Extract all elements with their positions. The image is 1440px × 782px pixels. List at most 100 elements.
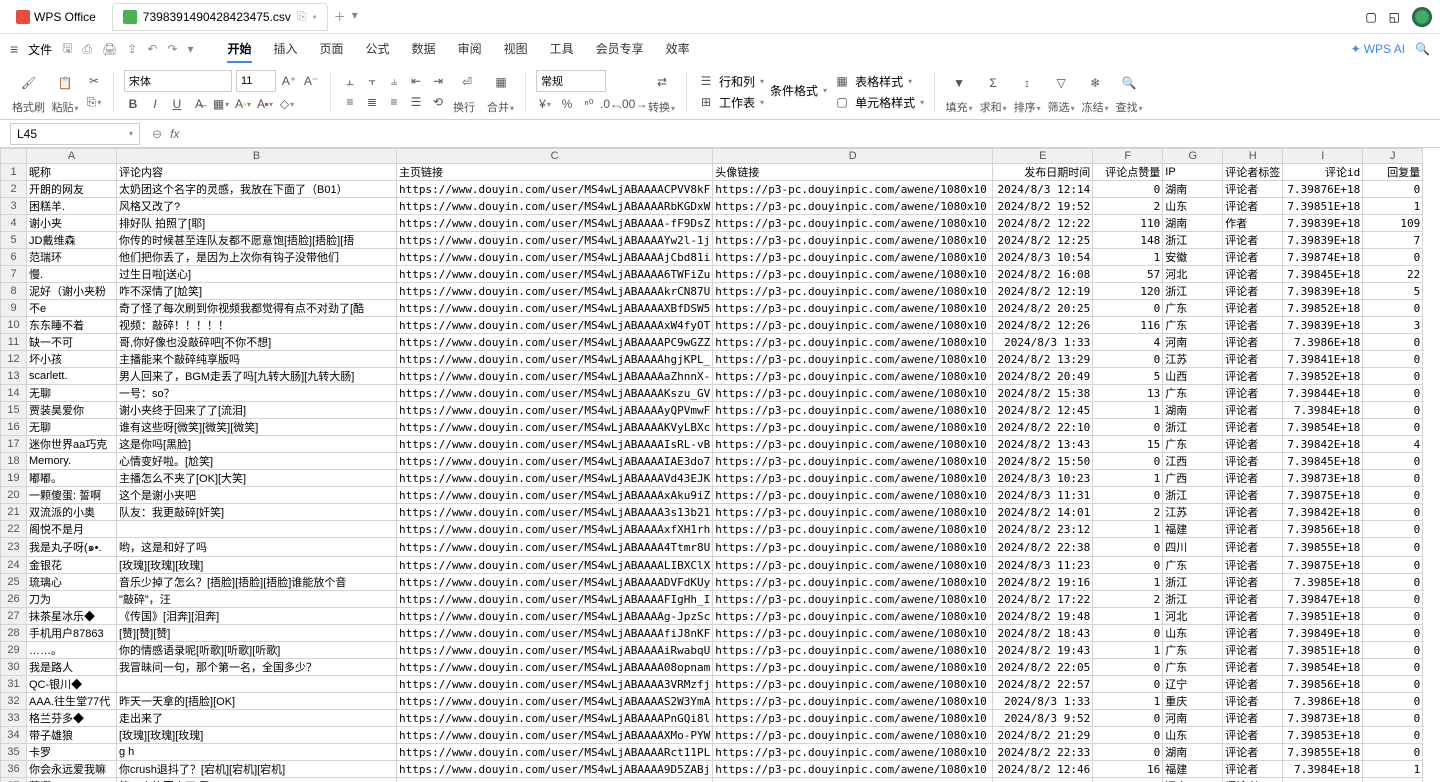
cell[interactable]: 0 [1363, 676, 1423, 693]
cell[interactable]: 浙江 [1163, 232, 1223, 249]
filter-icon[interactable]: ▽ [1047, 69, 1075, 97]
cell[interactable]: 评论者 [1223, 557, 1283, 574]
percent-icon[interactable]: % [558, 95, 576, 113]
cell[interactable]: 0 [1363, 659, 1423, 676]
border-icon[interactable]: ▦▾ [212, 95, 230, 113]
cell[interactable]: 江苏 [1163, 504, 1223, 521]
cell[interactable]: 视频：敲碎！！！！！ [117, 317, 397, 334]
paste-label[interactable]: 粘贴▾ [51, 99, 78, 115]
cell[interactable]: 0 [1093, 538, 1163, 557]
cell[interactable]: 广东 [1163, 385, 1223, 402]
cell[interactable]: 0 [1363, 727, 1423, 744]
cell[interactable]: 4 [1363, 436, 1423, 453]
row-header[interactable]: 11 [1, 334, 27, 351]
cell[interactable]: 男人回来了，BGM走丢了吗[九转大肠][九转大肠] [117, 368, 397, 385]
cell[interactable]: 7.3984E+18 [1283, 761, 1363, 778]
cell[interactable]: 0 [1093, 453, 1163, 470]
cell[interactable]: 头像链接 [713, 164, 993, 181]
cell[interactable]: 2024/8/2 22:10 [993, 419, 1093, 436]
cell[interactable]: 山东 [1163, 625, 1223, 642]
copy-icon[interactable]: ⎘▾ [85, 93, 103, 111]
cell[interactable]: https://p3-pc.douyinpic.com/awene/1080x1… [713, 487, 993, 504]
spreadsheet-table[interactable]: ABCDEFGHIJ 1昵称评论内容主页链接头像链接发布日期时间评论点赞量IP评… [0, 148, 1423, 782]
cell[interactable]: 嘟嘟。 [27, 470, 117, 487]
cell[interactable]: 2024/8/3 10:54 [993, 249, 1093, 266]
cell[interactable]: 浙江 [1163, 591, 1223, 608]
cell[interactable]: https://p3-pc.douyinpic.com/awene/1080x1… [713, 317, 993, 334]
cell[interactable]: https://p3-pc.douyinpic.com/awene/1080x1… [713, 368, 993, 385]
column-header[interactable]: H [1223, 149, 1283, 164]
cell[interactable]: 2024/8/2 19:52 [993, 198, 1093, 215]
cell[interactable]: Memory. [27, 453, 117, 470]
cell[interactable]: https://www.douyin.com/user/MS4wLjABAAAA… [397, 693, 713, 710]
cell[interactable]: 缺一不可 [27, 334, 117, 351]
cell[interactable]: 0 [1363, 642, 1423, 659]
cell[interactable]: 57 [1093, 266, 1163, 283]
cell[interactable]: https://p3-pc.douyinpic.com/awene/1080x1… [713, 591, 993, 608]
cell[interactable]: 0 [1363, 334, 1423, 351]
row-header[interactable]: 26 [1, 591, 27, 608]
cell[interactable]: 0 [1093, 676, 1163, 693]
align-top-icon[interactable]: ⫠ [341, 72, 359, 90]
cell[interactable]: ……。 [27, 642, 117, 659]
avatar[interactable] [1412, 7, 1432, 27]
cell[interactable]: 2024/8/3 10:23 [993, 470, 1093, 487]
cell[interactable]: 辽宁 [1163, 778, 1223, 782]
highlight-icon[interactable]: ◇▾ [278, 95, 296, 113]
undo-icon[interactable]: ↶ [147, 42, 157, 56]
cell[interactable]: 0 [1363, 249, 1423, 266]
cell[interactable]: 你的情感语录呢[听歌][听歌][听歌] [117, 642, 397, 659]
cell[interactable]: 评论者 [1223, 453, 1283, 470]
cell[interactable]: 0 [1093, 181, 1163, 198]
row-header[interactable]: 30 [1, 659, 27, 676]
cell[interactable]: 148 [1093, 232, 1163, 249]
cell[interactable]: 7.39842E+18 [1283, 436, 1363, 453]
cell[interactable]: 15 [1093, 436, 1163, 453]
indent-increase-icon[interactable]: ⇥ [429, 72, 447, 90]
cell[interactable]: 评论者 [1223, 591, 1283, 608]
save-icon[interactable]: 🖫 [62, 39, 72, 60]
cell[interactable]: 0 [1363, 181, 1423, 198]
cell[interactable]: 队友：我更敲碎[奸笑] [117, 504, 397, 521]
cell[interactable]: 1 [1093, 608, 1163, 625]
cell[interactable]: 7.39874E+18 [1283, 249, 1363, 266]
comma-icon[interactable]: ⁿ⁰ [580, 95, 598, 113]
cell[interactable]: https://www.douyin.com/user/MS4wLjABAAAA… [397, 727, 713, 744]
cell[interactable]: https://www.douyin.com/user/MS4wLjABAAAA… [397, 642, 713, 659]
cell[interactable]: 琉璃心 [27, 574, 117, 591]
cell[interactable]: 评论id [1283, 164, 1363, 181]
row-header[interactable]: 28 [1, 625, 27, 642]
cell[interactable]: 120 [1093, 283, 1163, 300]
cell[interactable]: https://www.douyin.com/user/MS4wLjABAAAA… [397, 368, 713, 385]
cell[interactable]: 2024/8/2 13:29 [993, 351, 1093, 368]
align-bottom-icon[interactable]: ⫨ [385, 72, 403, 90]
cell[interactable]: 0 [1093, 419, 1163, 436]
row-header[interactable]: 12 [1, 351, 27, 368]
cell[interactable]: 山西 [1163, 368, 1223, 385]
align-right-icon[interactable]: ≡ [385, 93, 403, 111]
cell[interactable]: 无聊 [27, 419, 117, 436]
cell[interactable]: 湖南 [1163, 744, 1223, 761]
cell[interactable]: 0 [1363, 710, 1423, 727]
cell[interactable]: 0 [1363, 625, 1423, 642]
row-header[interactable]: 8 [1, 283, 27, 300]
column-header[interactable]: J [1363, 149, 1423, 164]
cell[interactable]: https://p3-pc.douyinpic.com/awene/1080x1… [713, 300, 993, 317]
cell[interactable]: "敲碎"，汪 [117, 591, 397, 608]
table-style-icon[interactable]: ▦ [833, 72, 851, 90]
table-style-label[interactable]: 表格样式 [855, 73, 903, 90]
cell[interactable]: 哥,你好像也没敲碎吧[不你不想] [117, 334, 397, 351]
cell[interactable]: https://p3-pc.douyinpic.com/awene/1080x1… [713, 642, 993, 659]
cell[interactable]: https://www.douyin.com/user/MS4wLjABAAAA… [397, 521, 713, 538]
cell[interactable]: 金银花 [27, 557, 117, 574]
fill-icon[interactable]: ▼ [945, 69, 973, 97]
cell[interactable]: 广东 [1163, 317, 1223, 334]
cell[interactable]: 1 [1093, 402, 1163, 419]
cell[interactable]: 2024/8/2 12:45 [993, 402, 1093, 419]
cell[interactable]: 7.39839E+18 [1283, 232, 1363, 249]
cell[interactable]: 谁有这些呀[微笑][微笑][微笑] [117, 419, 397, 436]
cell[interactable]: 评论者 [1223, 608, 1283, 625]
cell[interactable]: 迷你世界aa巧克 [27, 436, 117, 453]
cell[interactable]: 7.39852E+18 [1283, 368, 1363, 385]
column-header[interactable]: F [1093, 149, 1163, 164]
